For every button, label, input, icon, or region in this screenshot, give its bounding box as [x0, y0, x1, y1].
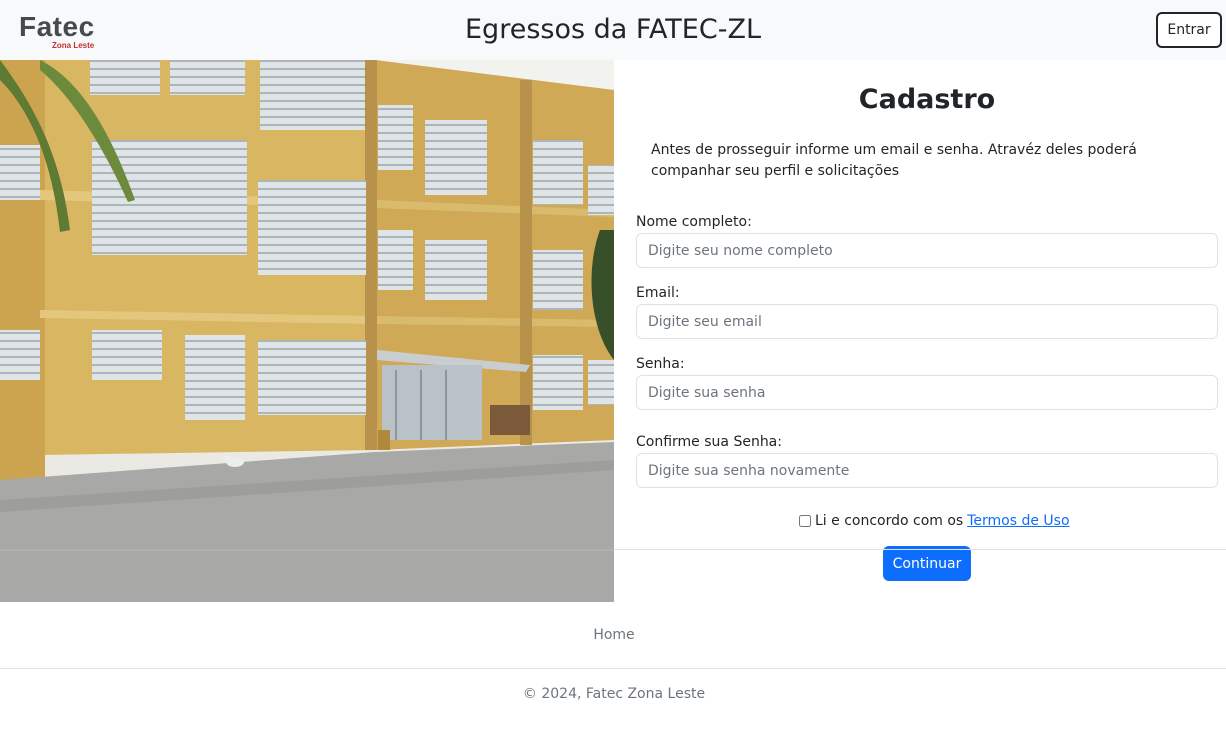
- terms-row: Li e concordo com os Termos de Uso: [799, 512, 1070, 530]
- footer-divider: [0, 668, 1226, 669]
- terms-text: Li e concordo com os: [815, 513, 964, 529]
- site-title: Egressos da FATEC-ZL: [465, 14, 761, 45]
- terms-checkbox[interactable]: [799, 515, 811, 527]
- email-input[interactable]: [636, 304, 1218, 339]
- continue-button[interactable]: Continuar: [883, 546, 971, 581]
- footer-home-link[interactable]: Home: [0, 626, 1226, 644]
- form-intro-text: Antes de prosseguir informe um email e s…: [651, 142, 1137, 179]
- fullname-input[interactable]: [636, 233, 1218, 268]
- terms-link[interactable]: Termos de Uso: [967, 512, 1069, 530]
- confirm-password-label: Confirme sua Senha:: [636, 434, 782, 450]
- footer-copyright: © 2024, Fatec Zona Leste: [522, 686, 706, 702]
- confirm-password-input[interactable]: [636, 453, 1218, 488]
- signup-form: Cadastro Antes de prosseguir informe um …: [614, 60, 1226, 602]
- password-label: Senha:: [636, 356, 685, 372]
- login-button[interactable]: Entrar: [1156, 12, 1222, 48]
- email-label: Email:: [636, 285, 680, 301]
- campus-photo: [0, 60, 614, 602]
- top-navbar: Fatec Zona Leste Egressos da FATEC-ZL En…: [0, 0, 1226, 60]
- form-title: Cadastro: [858, 84, 996, 115]
- password-input[interactable]: [636, 375, 1218, 410]
- fullname-label: Nome completo:: [636, 214, 752, 230]
- form-divider: [614, 549, 1226, 550]
